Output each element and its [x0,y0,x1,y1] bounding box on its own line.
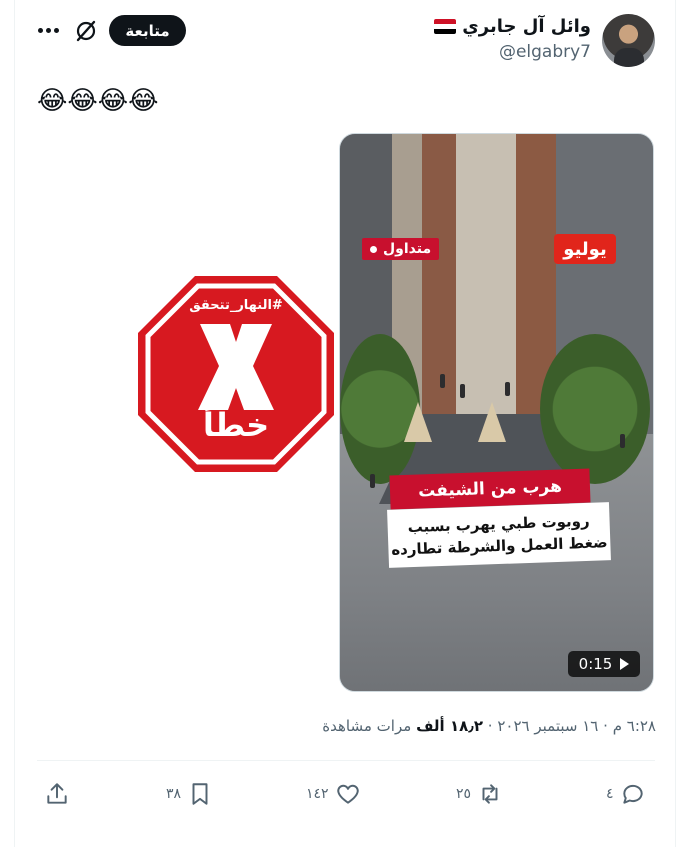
video-building [456,134,516,414]
video-person [505,382,510,396]
video-person [440,374,445,388]
video-person [620,434,625,448]
follow-button[interactable]: متابعة [109,15,186,46]
like-button[interactable]: ١٤٢ [306,780,361,808]
tweet-meta: ٦:٢٨ م · ١٦ سبتمبر ٢٠٢٦ · ١٨٫٢ ألف مرات … [322,717,656,735]
video-tree [540,334,650,484]
more-icon[interactable] [38,22,62,38]
repost-icon [482,784,498,804]
user-name[interactable]: وائل آل جابري [434,16,591,37]
like-count: ١٤٢ [306,786,329,802]
share-icon [47,783,67,804]
views-label: مرات مشاهدة [322,717,412,735]
video-person [370,474,375,488]
repost-button[interactable]: ٢٥ [456,780,503,808]
bookmark-icon [192,783,208,805]
fact-check-stamp: #النهار_تتحقق خطأ [138,276,334,472]
video-player[interactable]: يوليو متداول هرب من الشيفت روبوت طبي يهر… [339,133,654,692]
video-duration-badge[interactable]: 0:15 [568,651,640,677]
avatar-figure [614,48,644,67]
play-icon [620,658,630,670]
meta-separator: · [487,717,493,735]
meta-separator: · [603,717,608,735]
divider [37,760,655,761]
share-button[interactable] [44,780,70,808]
reply-button[interactable]: ٤ [606,780,646,808]
video-subtitle: روبوت طبي يهرب بسبب ضغط العمل والشرطة تط… [387,502,611,568]
grok-icon[interactable] [74,19,98,43]
user-handle[interactable]: @elgabry7 [499,42,591,62]
reply-count: ٤ [606,786,614,802]
user-display-name[interactable]: وائل آل جابري [462,16,591,37]
tweet-text: 😂😂😂😂 [37,86,159,116]
reply-icon [622,784,643,804]
channel-logo: يوليو [554,234,616,264]
trending-label: متداول [383,241,432,257]
repost-count: ٢٥ [456,786,472,802]
bookmark-button[interactable]: ٣٨ [166,780,213,808]
video-umbrella [478,402,506,442]
egypt-flag-icon [434,19,457,34]
video-duration: 0:15 [578,655,613,673]
views-count: ١٨٫٢ ألف [416,717,484,735]
tweet-date[interactable]: ١٦ سبتمبر ٢٠٢٦ [497,717,598,735]
stamp-verdict: خطأ [202,406,270,444]
live-dot-icon [370,245,377,253]
tweet-time[interactable]: ٦:٢٨ م [613,717,656,735]
trending-badge: متداول [362,238,440,260]
stamp-hashtag: #النهار_تتحقق [189,298,283,313]
video-person [460,384,465,398]
heart-icon [336,784,359,804]
video-building [422,134,456,424]
video-umbrella [404,402,432,442]
bookmark-count: ٣٨ [166,786,182,802]
avatar[interactable] [602,14,655,67]
